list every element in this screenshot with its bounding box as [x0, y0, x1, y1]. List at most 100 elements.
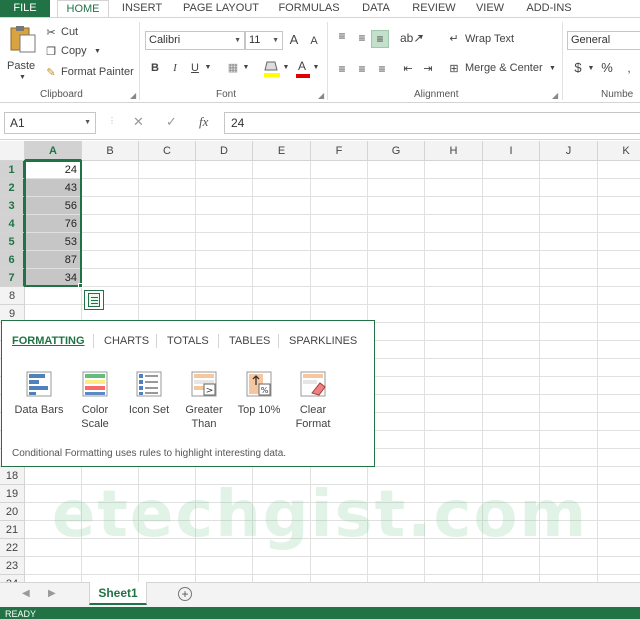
- column-header-k[interactable]: K: [598, 141, 640, 161]
- dialog-launcher-icon[interactable]: ◢: [318, 91, 324, 100]
- paste-button[interactable]: Paste ▼: [6, 24, 40, 84]
- chevron-down-icon[interactable]: ▼: [311, 60, 321, 76]
- enter-icon[interactable]: ✓: [166, 114, 177, 130]
- underline-button[interactable]: U: [187, 60, 203, 76]
- qa-option-data-bars[interactable]: Data Bars: [10, 371, 68, 417]
- tab-insert[interactable]: INSERT: [116, 0, 168, 18]
- tab-review[interactable]: REVIEW: [406, 0, 462, 18]
- tab-home[interactable]: HOME: [57, 0, 109, 18]
- number-format-combo[interactable]: General: [567, 31, 640, 50]
- cell-a3[interactable]: 56: [25, 197, 81, 214]
- qa-option-color-scale[interactable]: Color Scale: [66, 371, 124, 431]
- increase-indent-icon[interactable]: ⇥: [420, 61, 436, 77]
- copy-button[interactable]: ❐ Copy ▼: [44, 44, 104, 60]
- row-header-3[interactable]: 3: [0, 197, 25, 215]
- decrease-indent-icon[interactable]: ⇤: [400, 61, 416, 77]
- merge-center-button[interactable]: ⊞ Merge & Center ▼: [447, 61, 556, 77]
- fill-handle[interactable]: [78, 283, 83, 288]
- qa-tab-tables[interactable]: TABLES: [229, 335, 270, 347]
- tab-view[interactable]: VIEW: [468, 0, 512, 18]
- align-left-icon[interactable]: ≡: [334, 61, 350, 77]
- grow-font-button[interactable]: A: [287, 32, 301, 48]
- column-header-a[interactable]: A: [25, 141, 82, 161]
- row-header-24[interactable]: 24: [0, 575, 25, 582]
- sheet-tab-sheet1[interactable]: Sheet1: [89, 582, 147, 605]
- quick-analysis-button[interactable]: [84, 290, 104, 310]
- column-header-f[interactable]: F: [311, 141, 368, 161]
- tab-formulas[interactable]: FORMULAS: [272, 0, 346, 18]
- row-header-8[interactable]: 8: [0, 287, 25, 305]
- dialog-launcher-icon[interactable]: ◢: [552, 91, 558, 100]
- tab-file[interactable]: FILE: [0, 0, 50, 18]
- column-header-j[interactable]: J: [540, 141, 598, 161]
- row-header-18[interactable]: 18: [0, 467, 25, 485]
- cell-a4[interactable]: 76: [25, 215, 81, 232]
- align-middle-icon[interactable]: ≡: [354, 30, 370, 46]
- align-right-icon[interactable]: ≡: [374, 61, 390, 77]
- format-painter-button[interactable]: ✎ Format Painter: [44, 65, 136, 81]
- qa-tab-formatting[interactable]: FORMATTING: [12, 335, 85, 347]
- tab-add-ins[interactable]: ADD-INS: [518, 0, 580, 18]
- cell-a5[interactable]: 53: [25, 233, 81, 250]
- column-header-b[interactable]: B: [82, 141, 139, 161]
- cell-a2[interactable]: 43: [25, 179, 81, 196]
- row-header-21[interactable]: 21: [0, 521, 25, 539]
- shrink-font-button[interactable]: A: [307, 33, 321, 49]
- qa-option-icon-set[interactable]: Icon Set: [120, 371, 178, 417]
- row-header-4[interactable]: 4: [0, 215, 25, 233]
- insert-function-button[interactable]: fx: [199, 114, 208, 130]
- scroll-left-icon[interactable]: ◀: [22, 588, 30, 599]
- row-header-23[interactable]: 23: [0, 557, 25, 575]
- borders-icon[interactable]: ▦: [225, 60, 241, 76]
- italic-button[interactable]: I: [167, 60, 183, 76]
- add-sheet-button[interactable]: +: [178, 587, 192, 601]
- row-header-6[interactable]: 6: [0, 251, 25, 269]
- row-header-7[interactable]: 7: [0, 269, 25, 287]
- font-name-combo[interactable]: Calibri ▼: [145, 31, 245, 50]
- column-header-i[interactable]: I: [483, 141, 540, 161]
- chevron-down-icon[interactable]: ▼: [241, 60, 251, 76]
- row-header-22[interactable]: 22: [0, 539, 25, 557]
- name-box[interactable]: A1 ▼: [4, 112, 96, 134]
- qa-tab-sparklines[interactable]: SPARKLINES: [289, 335, 357, 347]
- column-header-c[interactable]: C: [139, 141, 196, 161]
- row-header-2[interactable]: 2: [0, 179, 25, 197]
- fill-color-button[interactable]: [263, 59, 281, 79]
- align-bottom-icon[interactable]: ≡: [371, 30, 389, 48]
- comma-style-icon[interactable]: ,: [622, 60, 636, 76]
- percent-button[interactable]: %: [600, 60, 614, 76]
- currency-button[interactable]: $: [572, 60, 584, 76]
- column-header-g[interactable]: G: [368, 141, 425, 161]
- select-all-corner[interactable]: [0, 141, 25, 161]
- chevron-down-icon[interactable]: ▼: [203, 60, 213, 76]
- row-header-1[interactable]: 1: [0, 161, 25, 179]
- cut-button[interactable]: ✂ Cut: [44, 25, 90, 41]
- orientation-icon[interactable]: ab↗: [400, 30, 423, 46]
- row-header-20[interactable]: 20: [0, 503, 25, 521]
- chevron-down-icon[interactable]: ▼: [281, 60, 291, 76]
- cell-a7[interactable]: 34: [25, 269, 81, 286]
- scroll-right-icon[interactable]: ▶: [48, 588, 56, 599]
- wrap-text-button[interactable]: ↵ Wrap Text: [447, 31, 521, 47]
- align-top-icon[interactable]: ≡: [334, 28, 350, 44]
- row-header-5[interactable]: 5: [0, 233, 25, 251]
- chevron-down-icon[interactable]: ▼: [586, 61, 596, 77]
- tab-page-layout[interactable]: PAGE LAYOUT: [176, 0, 266, 18]
- cell-a1[interactable]: 24: [25, 161, 81, 178]
- qa-tab-totals[interactable]: TOTALS: [167, 335, 209, 347]
- font-size-combo[interactable]: 11 ▼: [245, 31, 283, 50]
- qa-tab-charts[interactable]: CHARTS: [104, 335, 149, 347]
- formula-input[interactable]: 24: [224, 112, 640, 134]
- align-center-icon[interactable]: ≡: [354, 61, 370, 77]
- cancel-icon[interactable]: ✕: [133, 114, 144, 130]
- cell-a6[interactable]: 87: [25, 251, 81, 268]
- tab-data[interactable]: DATA: [352, 0, 400, 18]
- font-color-button[interactable]: A: [295, 59, 311, 79]
- dialog-launcher-icon[interactable]: ◢: [130, 91, 136, 100]
- chevron-down-icon[interactable]: ▼: [416, 30, 426, 46]
- column-header-h[interactable]: H: [425, 141, 483, 161]
- column-header-d[interactable]: D: [196, 141, 253, 161]
- qa-option-top-10[interactable]: % Top 10%: [230, 371, 288, 417]
- qa-option-greater-than[interactable]: > Greater Than: [175, 371, 233, 431]
- column-header-e[interactable]: E: [253, 141, 311, 161]
